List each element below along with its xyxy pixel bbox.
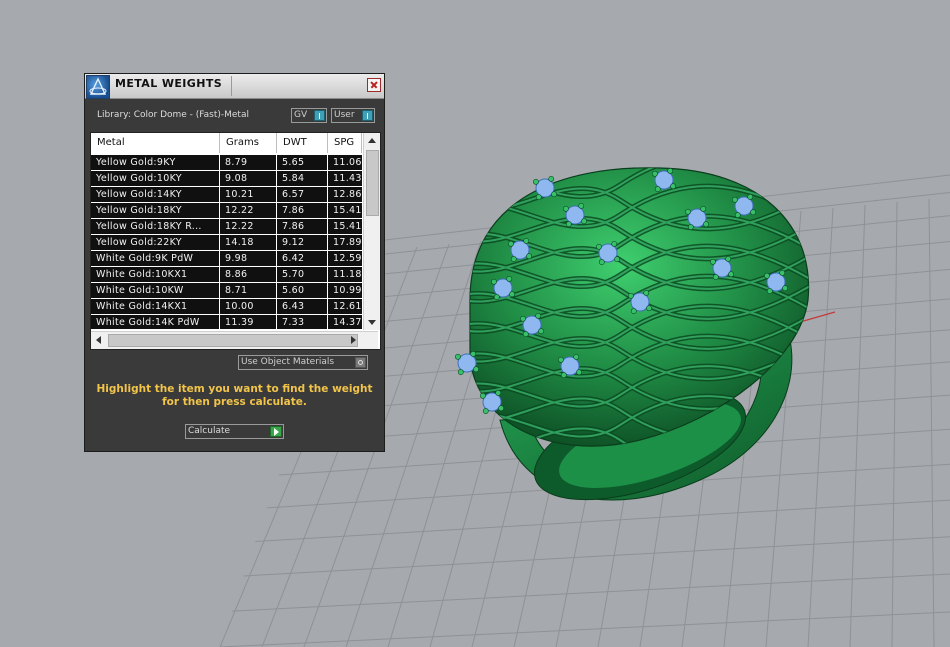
table-row[interactable]: Yellow Gold:18KY 12.22 7.86 15.41 xyxy=(91,203,362,219)
metal-cell: White Gold:14KX1 xyxy=(91,299,220,314)
metal-table[interactable]: Metal Grams DWT SPG Yellow Gold:9KY 8.79 5… xyxy=(90,132,381,350)
metal-cell: White Gold:10KX1 xyxy=(91,267,220,282)
metal-cell: Yellow Gold:18KY xyxy=(91,203,220,218)
close-icon[interactable] xyxy=(367,78,381,92)
dwt-cell: 6.57 xyxy=(277,187,328,202)
dwt-cell: 7.33 xyxy=(277,315,328,329)
metal-cell: Yellow Gold:22KY xyxy=(91,235,220,250)
radio-icon[interactable] xyxy=(355,357,366,368)
dwt-cell: 5.70 xyxy=(277,267,328,282)
spg-cell: 11.06 xyxy=(333,157,362,168)
spg-cell: 11.43 xyxy=(333,173,362,184)
app-logo-icon xyxy=(86,75,110,99)
table-row[interactable]: White Gold:10KW 8.71 5.60 10.99 xyxy=(91,283,362,299)
table-row[interactable]: Yellow Gold:18KY R... 12.22 7.86 15.41 xyxy=(91,219,362,235)
dwt-cell: 9.12 xyxy=(277,235,328,250)
metal-cell: White Gold:10KW xyxy=(91,283,220,298)
grams-cell: 8.86 xyxy=(220,267,277,282)
spg-cell: 12.61 xyxy=(333,301,362,312)
scrollbar-thumb[interactable] xyxy=(366,150,379,216)
library-label: Library: Color Dome - (Fast)-Metal xyxy=(97,110,249,120)
column-header-spg[interactable]: SPG xyxy=(328,133,362,153)
table-body: Yellow Gold:9KY 8.79 5.65 11.06 Yellow Gold:… xyxy=(91,155,362,329)
title-divider xyxy=(231,76,232,96)
grams-cell: 12.22 xyxy=(220,219,277,234)
gv-toggle-label: GV xyxy=(294,110,308,120)
grams-cell: 12.22 xyxy=(220,203,277,218)
calculate-label: Calculate xyxy=(188,426,231,436)
spg-cell: 12.59 xyxy=(333,253,362,264)
scroll-left-icon[interactable] xyxy=(96,336,101,344)
dwt-cell: 6.43 xyxy=(277,299,328,314)
dwt-cell: 5.65 xyxy=(277,155,328,170)
column-header-dwt[interactable]: DWT xyxy=(277,133,328,153)
table-row[interactable]: Yellow Gold:14KY 10.21 6.57 12.86 xyxy=(91,187,362,203)
scroll-up-icon[interactable] xyxy=(368,138,376,143)
table-row[interactable]: White Gold:9K PdW 9.98 6.42 12.59 xyxy=(91,251,362,267)
metal-cell: White Gold:9K PdW xyxy=(91,251,220,266)
dwt-cell: 7.86 xyxy=(277,203,328,218)
metal-cell: Yellow Gold:14KY xyxy=(91,187,220,202)
spg-cell: 12.86 xyxy=(333,189,362,200)
grams-cell: 11.39 xyxy=(220,315,277,329)
column-header-metal[interactable]: Metal xyxy=(91,133,220,153)
toggle-switch-icon[interactable] xyxy=(314,110,325,121)
dwt-cell: 5.84 xyxy=(277,171,328,186)
use-object-materials-label: Use Object Materials xyxy=(241,357,335,367)
spg-cell: 17.89 xyxy=(333,237,362,248)
use-object-materials-toggle[interactable]: Use Object Materials xyxy=(238,355,368,370)
grams-cell: 10.00 xyxy=(220,299,277,314)
spg-cell: 10.99 xyxy=(333,285,362,296)
spg-cell: 11.18 xyxy=(333,269,362,280)
grams-cell: 10.21 xyxy=(220,187,277,202)
grams-cell: 9.08 xyxy=(220,171,277,186)
table-row[interactable]: Yellow Gold:22KY 14.18 9.12 17.89 xyxy=(91,235,362,251)
spg-cell: 14.37 xyxy=(333,317,362,328)
panel-title: METAL WEIGHTS xyxy=(115,77,223,90)
ring-model[interactable] xyxy=(440,156,820,522)
scroll-right-icon[interactable] xyxy=(351,336,356,344)
grams-cell: 8.71 xyxy=(220,283,277,298)
calculate-button[interactable]: Calculate xyxy=(185,424,284,439)
metal-cell: Yellow Gold:9KY xyxy=(91,155,220,170)
dwt-cell: 6.42 xyxy=(277,251,328,266)
grams-cell: 14.18 xyxy=(220,235,277,250)
instruction-text: Highlight the item you want to find the … xyxy=(96,383,373,408)
metal-cell: White Gold:14K PdW xyxy=(91,315,220,329)
vertical-scrollbar[interactable] xyxy=(363,133,380,330)
dwt-cell: 7.86 xyxy=(277,219,328,234)
metal-weights-panel: METAL WEIGHTS Library: Color Dome - (Fas… xyxy=(84,73,385,452)
panel-titlebar[interactable]: METAL WEIGHTS xyxy=(85,74,384,99)
metal-cell: Yellow Gold:18KY R... xyxy=(91,219,220,234)
play-arrow-icon[interactable] xyxy=(270,426,282,437)
table-row[interactable]: White Gold:14K PdW 11.39 7.33 14.37 xyxy=(91,315,362,329)
scroll-down-icon[interactable] xyxy=(368,320,376,325)
horizontal-scrollbar[interactable] xyxy=(91,331,378,349)
spg-cell: 15.41 xyxy=(333,221,362,232)
metal-cell: Yellow Gold:10KY xyxy=(91,171,220,186)
spg-cell: 15.41 xyxy=(333,205,362,216)
user-toggle[interactable]: User xyxy=(331,108,375,123)
grams-cell: 9.98 xyxy=(220,251,277,266)
gv-toggle[interactable]: GV xyxy=(291,108,327,123)
scrollbar-thumb[interactable] xyxy=(108,334,358,347)
dwt-cell: 5.60 xyxy=(277,283,328,298)
column-header-grams[interactable]: Grams xyxy=(220,133,277,153)
table-row[interactable]: White Gold:14KX1 10.00 6.43 12.61 xyxy=(91,299,362,315)
user-toggle-label: User xyxy=(334,110,355,120)
table-row[interactable]: Yellow Gold:10KY 9.08 5.84 11.43 xyxy=(91,171,362,187)
toggle-switch-icon[interactable] xyxy=(362,110,373,121)
table-row[interactable]: Yellow Gold:9KY 8.79 5.65 11.06 xyxy=(91,155,362,171)
grams-cell: 8.79 xyxy=(220,155,277,170)
table-header: Metal Grams DWT SPG xyxy=(91,133,378,153)
table-row[interactable]: White Gold:10KX1 8.86 5.70 11.18 xyxy=(91,267,362,283)
